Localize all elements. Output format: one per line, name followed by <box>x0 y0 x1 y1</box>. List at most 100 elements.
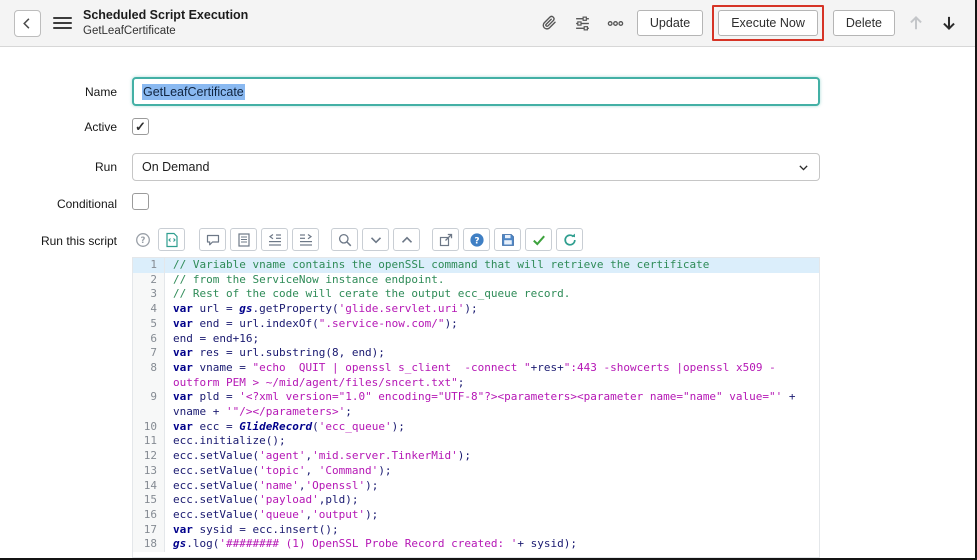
menu-icon[interactable] <box>53 14 72 32</box>
conditional-label: Conditional <box>56 197 117 211</box>
code-line-16[interactable]: 16 ecc.setValue('queue','output'); <box>133 507 819 523</box>
line-number: 8 <box>133 360 165 391</box>
code-line-15[interactable]: 15 ecc.setValue('payload',pld); <box>133 493 819 508</box>
search-icon[interactable] <box>331 228 358 251</box>
script-refresh-icon[interactable] <box>556 228 583 251</box>
line-number: 7 <box>133 346 165 361</box>
line-number: 5 <box>133 316 165 332</box>
svg-text:?: ? <box>474 236 479 246</box>
conditional-row: Conditional <box>0 193 975 215</box>
code-text: var ecc = GlideRecord('ecc_queue'); <box>173 419 405 433</box>
popout-icon[interactable] <box>432 228 459 251</box>
next-record-icon[interactable] <box>937 11 961 35</box>
code-line-10[interactable]: 10 var ecc = GlideRecord('ecc_queue'); <box>133 419 819 435</box>
indent-right-icon[interactable] <box>292 228 319 251</box>
conditional-checkbox[interactable] <box>132 193 149 210</box>
code-line-18[interactable]: 18 gs.log('######## (1) OpenSSL Probe Rec… <box>133 537 819 553</box>
back-button[interactable] <box>14 9 41 37</box>
run-this-script-label: Run this script <box>40 234 117 248</box>
name-input[interactable]: GetLeafCertificate <box>132 77 820 106</box>
chevron-left-icon <box>23 17 30 29</box>
save-icon[interactable] <box>494 228 521 251</box>
line-number: 4 <box>133 302 165 317</box>
code-text: ecc.setValue('payload',pld); <box>173 493 359 507</box>
code-text: var url = gs.getProperty('glide.servlet.… <box>173 302 478 316</box>
form-body: Name GetLeafCertificate Active Run On De… <box>0 47 975 558</box>
svg-text:?: ? <box>141 236 146 246</box>
code-line-9[interactable]: 9 var pld = '<?xml version="1.0" encoding… <box>133 390 819 420</box>
line-number: 11 <box>133 434 165 450</box>
line-number: 16 <box>133 507 165 523</box>
update-button[interactable]: Update <box>636 10 704 36</box>
code-line-17[interactable]: 17 var sysid = ecc.insert(); <box>133 522 819 538</box>
line-number: 13 <box>133 463 165 479</box>
active-checkbox[interactable] <box>132 118 149 135</box>
syntax-check-icon[interactable] <box>525 228 552 251</box>
code-text: ecc.setValue('topic', 'Command'); <box>173 463 392 477</box>
script-icon[interactable] <box>158 228 185 251</box>
code-line-5[interactable]: 5 var end = url.indexOf(".service-now.com… <box>133 316 819 332</box>
line-number: 12 <box>133 449 165 464</box>
code-line-1[interactable]: 1// Variable vname contains the openSSL … <box>133 258 819 273</box>
chevron-down-icon[interactable] <box>362 228 389 251</box>
editor-toolbar: ?? <box>132 228 820 251</box>
active-row: Active <box>0 118 975 136</box>
document-icon[interactable] <box>230 228 257 251</box>
name-row: Name GetLeafCertificate <box>0 77 975 106</box>
code-line-6[interactable]: 6 end = end+16; <box>133 331 819 347</box>
code-line-4[interactable]: 4 var url = gs.getProperty('glide.servlet… <box>133 302 819 317</box>
line-number: 1 <box>133 258 165 273</box>
delete-button[interactable]: Delete <box>832 10 895 36</box>
code-text: end = end+16; <box>173 331 260 345</box>
line-number: 15 <box>133 493 165 508</box>
code-text: var res = url.substring(8, end); <box>173 346 385 360</box>
chevron-up-icon[interactable] <box>393 228 420 251</box>
indent-left-icon[interactable] <box>261 228 288 251</box>
code-lines: 1// Variable vname contains the openSSL … <box>133 258 819 553</box>
code-text: ecc.setValue('agent','mid.server.TinkerM… <box>173 449 472 463</box>
name-label: Name <box>84 84 117 99</box>
code-text: // from the ServiceNow instance endpoint… <box>173 272 445 286</box>
header-titles: Scheduled Script Execution GetLeafCertif… <box>83 8 248 38</box>
code-line-3[interactable]: 3 // Rest of the code will cerate the out… <box>133 287 819 303</box>
code-text: gs.log('######## (1) OpenSSL Probe Recor… <box>173 537 577 551</box>
script-row: Run this script ?? 1// Variable vname co… <box>0 228 975 558</box>
previous-record-icon[interactable] <box>904 11 928 35</box>
record-title: GetLeafCertificate <box>83 24 176 37</box>
code-line-2[interactable]: 2 // from the ServiceNow instance endpoin… <box>133 272 819 288</box>
line-number: 6 <box>133 331 165 347</box>
execute-now-button[interactable]: Execute Now <box>718 10 818 36</box>
line-number: 3 <box>133 287 165 303</box>
code-text: // Variable vname contains the openSSL c… <box>165 258 819 273</box>
code-text: // Rest of the code will cerate the outp… <box>173 287 571 301</box>
script-editor[interactable]: 1// Variable vname contains the openSSL … <box>132 257 820 558</box>
api-help-icon[interactable]: ? <box>463 228 490 251</box>
personalize-form-icon[interactable] <box>571 11 595 35</box>
code-text: ecc.setValue('queue','output'); <box>173 507 379 521</box>
line-number: 18 <box>133 537 165 553</box>
code-line-14[interactable]: 14 ecc.setValue('name','Openssl'); <box>133 478 819 494</box>
code-text: ecc.setValue('name','Openssl'); <box>173 478 379 492</box>
code-line-11[interactable]: 11 ecc.initialize(); <box>133 434 819 450</box>
line-number: 10 <box>133 419 165 435</box>
active-label: Active <box>84 120 117 134</box>
code-line-8[interactable]: 8 var vname = "echo QUIT | openssl s_clie… <box>133 360 819 391</box>
name-input-value: GetLeafCertificate <box>142 83 245 100</box>
comment-icon[interactable] <box>199 228 226 251</box>
form-header: Scheduled Script Execution GetLeafCertif… <box>0 0 975 47</box>
more-options-icon[interactable] <box>604 11 628 35</box>
code-line-12[interactable]: 12 ecc.setValue('agent','mid.server.Tinke… <box>133 449 819 464</box>
code-text: var end = url.indexOf(".service-now.com/… <box>173 316 458 330</box>
code-line-7[interactable]: 7 var res = url.substring(8, end); <box>133 346 819 361</box>
code-text: var sysid = ecc.insert(); <box>173 522 339 536</box>
scheduled-script-execution-page: Scheduled Script Execution GetLeafCertif… <box>0 0 977 560</box>
annotation-highlight: Execute Now <box>712 5 824 41</box>
help-icon[interactable]: ? <box>132 228 154 251</box>
code-line-13[interactable]: 13 ecc.setValue('topic', 'Command'); <box>133 463 819 479</box>
run-select[interactable]: On Demand <box>132 153 820 181</box>
chevron-down-icon <box>797 161 810 174</box>
run-row: Run On Demand <box>0 153 975 181</box>
code-text: var pld = '<?xml version="1.0" encoding=… <box>173 390 803 419</box>
attachment-icon[interactable] <box>538 11 562 35</box>
code-text: var vname = "echo QUIT | openssl s_clien… <box>173 360 776 389</box>
